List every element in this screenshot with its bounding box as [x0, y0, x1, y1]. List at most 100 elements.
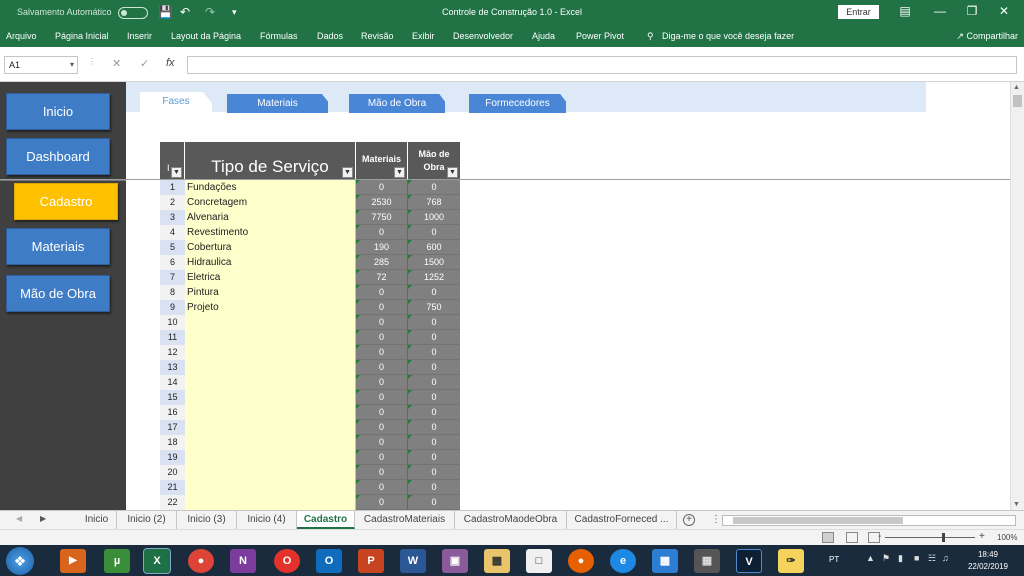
tab-exibir[interactable]: Exibir	[412, 31, 435, 41]
sheet-tab-inicio-3[interactable]: Inicio (3)	[177, 511, 237, 529]
sheet-tab-inicio-4[interactable]: Inicio (4)	[237, 511, 297, 529]
cell-mao-de-obra[interactable]: 1500	[408, 255, 460, 270]
tell-me-search[interactable]: Diga-me o que você deseja fazer	[662, 31, 794, 41]
powerpoint-icon[interactable]: P	[358, 549, 384, 573]
tray-app-icon[interactable]: ■	[914, 553, 919, 563]
cell-id[interactable]: 17	[160, 420, 185, 435]
cell-materiais[interactable]: 0	[356, 345, 408, 360]
tab-revisao[interactable]: Revisão	[361, 31, 394, 41]
cell-id[interactable]: 11	[160, 330, 185, 345]
sheet-tab-cadastro[interactable]: Cadastro	[297, 511, 355, 529]
insert-function-icon[interactable]: fx	[166, 57, 175, 69]
clock[interactable]: 18:49 22/02/2019	[958, 549, 1018, 573]
cell-materiais[interactable]: 2530	[356, 195, 408, 210]
cell-materiais[interactable]: 0	[356, 495, 408, 510]
cell-materiais[interactable]: 7750	[356, 210, 408, 225]
opera-icon[interactable]: O	[274, 549, 300, 573]
next-sheet-icon[interactable]: ▶	[40, 514, 46, 523]
worksheet[interactable]: Inicio Dashboard Cadastro Materiais Mão …	[0, 82, 1024, 510]
sheet-tab-cadastro-materiais[interactable]: CadastroMateriais	[355, 511, 455, 529]
scroll-down-icon[interactable]: ▼	[1013, 501, 1020, 508]
cell-id[interactable]: 19	[160, 450, 185, 465]
name-box[interactable]: A1 ▾	[4, 56, 78, 74]
minimize-icon[interactable]: —	[925, 4, 955, 18]
onenote-icon[interactable]: N	[230, 549, 256, 573]
internet-explorer-icon[interactable]: e	[610, 549, 636, 573]
cell-tipo-servico[interactable]	[185, 495, 356, 510]
cell-mao-de-obra[interactable]: 0	[408, 375, 460, 390]
cell-id[interactable]: 6	[160, 255, 185, 270]
cell-materiais[interactable]: 0	[356, 285, 408, 300]
media-player-icon[interactable]: ▶	[60, 549, 86, 573]
cell-mao-de-obra[interactable]: 0	[408, 435, 460, 450]
filter-dropdown-icon[interactable]: ▼	[171, 167, 182, 178]
signin-button[interactable]: Entrar	[838, 5, 879, 19]
phase-tab-fornecedores[interactable]: Formecedores	[469, 94, 566, 113]
restore-icon[interactable]: ❐	[957, 4, 987, 18]
cell-mao-de-obra[interactable]: 0	[408, 285, 460, 300]
tab-formulas[interactable]: Fórmulas	[260, 31, 298, 41]
filter-dropdown-icon[interactable]: ▼	[342, 167, 353, 178]
tab-arquivo[interactable]: Arquivo	[6, 31, 37, 41]
cell-tipo-servico[interactable]: Pintura	[185, 285, 356, 300]
cell-materiais[interactable]: 190	[356, 240, 408, 255]
scroll-thumb[interactable]	[1013, 95, 1022, 107]
cell-id[interactable]: 9	[160, 300, 185, 315]
cell-tipo-servico[interactable]	[185, 405, 356, 420]
cell-tipo-servico[interactable]	[185, 315, 356, 330]
horizontal-scrollbar[interactable]	[722, 515, 1016, 526]
outlook-icon[interactable]: O	[316, 549, 342, 573]
close-icon[interactable]: ✕	[989, 4, 1019, 18]
sheet-tab-inicio[interactable]: Inicio	[77, 511, 117, 529]
cell-id[interactable]: 4	[160, 225, 185, 240]
filter-dropdown-icon[interactable]: ▼	[447, 167, 458, 178]
cell-mao-de-obra[interactable]: 0	[408, 360, 460, 375]
page-layout-icon[interactable]	[846, 532, 858, 543]
chrome-icon[interactable]: ●	[188, 549, 214, 573]
cell-materiais[interactable]: 0	[356, 360, 408, 375]
cell-mao-de-obra[interactable]: 0	[408, 330, 460, 345]
cell-tipo-servico[interactable]	[185, 480, 356, 495]
firefox-icon[interactable]: ●	[568, 549, 594, 573]
excel-icon[interactable]: X	[143, 548, 171, 574]
cell-id[interactable]: 20	[160, 465, 185, 480]
prev-sheet-icon[interactable]: ◀	[16, 514, 22, 523]
cell-id[interactable]: 22	[160, 495, 185, 510]
cell-materiais[interactable]: 0	[356, 390, 408, 405]
nav-button-inicio[interactable]: Inicio	[6, 93, 110, 130]
nav-button-dashboard[interactable]: Dashboard	[6, 138, 110, 175]
cell-tipo-servico[interactable]: Hidraulica	[185, 255, 356, 270]
cell-mao-de-obra[interactable]: 0	[408, 495, 460, 510]
cell-tipo-servico[interactable]: Fundações	[185, 180, 356, 195]
zoom-slider-thumb[interactable]	[942, 533, 945, 542]
cell-tipo-servico[interactable]: Eletrica	[185, 270, 356, 285]
cell-id[interactable]: 7	[160, 270, 185, 285]
cell-tipo-servico[interactable]	[185, 450, 356, 465]
winrar-icon[interactable]: ▣	[442, 549, 468, 573]
zoom-in-icon[interactable]: +	[979, 531, 985, 542]
cell-id[interactable]: 5	[160, 240, 185, 255]
tab-pagina-inicial[interactable]: Página Inicial	[55, 31, 109, 41]
cell-id[interactable]: 18	[160, 435, 185, 450]
cell-mao-de-obra[interactable]: 0	[408, 345, 460, 360]
cell-mao-de-obra[interactable]: 0	[408, 315, 460, 330]
phase-tab-materiais[interactable]: Materiais	[227, 94, 328, 113]
calculator-icon[interactable]: ▦	[694, 549, 720, 573]
document-icon[interactable]: □	[526, 549, 552, 573]
phase-tab-mao-de-obra[interactable]: Mão de Obra	[349, 94, 445, 113]
cell-mao-de-obra[interactable]: 0	[408, 225, 460, 240]
network-app-icon[interactable]: ▩	[652, 549, 678, 573]
scroll-up-icon[interactable]: ▲	[1013, 84, 1020, 91]
cell-materiais[interactable]: 0	[356, 465, 408, 480]
cell-tipo-servico[interactable]: Revestimento	[185, 225, 356, 240]
cell-materiais[interactable]: 0	[356, 330, 408, 345]
cell-tipo-servico[interactable]	[185, 390, 356, 405]
cell-materiais[interactable]: 0	[356, 300, 408, 315]
cell-mao-de-obra[interactable]: 0	[408, 180, 460, 195]
ribbon-display-icon[interactable]: ▤	[890, 4, 920, 18]
word-icon[interactable]: W	[400, 549, 426, 573]
cell-materiais[interactable]: 0	[356, 450, 408, 465]
sheet-tab-cadastro-mao-de-obra[interactable]: CadastroMaodeObra	[455, 511, 567, 529]
cell-tipo-servico[interactable]: Concretagem	[185, 195, 356, 210]
cell-id[interactable]: 12	[160, 345, 185, 360]
